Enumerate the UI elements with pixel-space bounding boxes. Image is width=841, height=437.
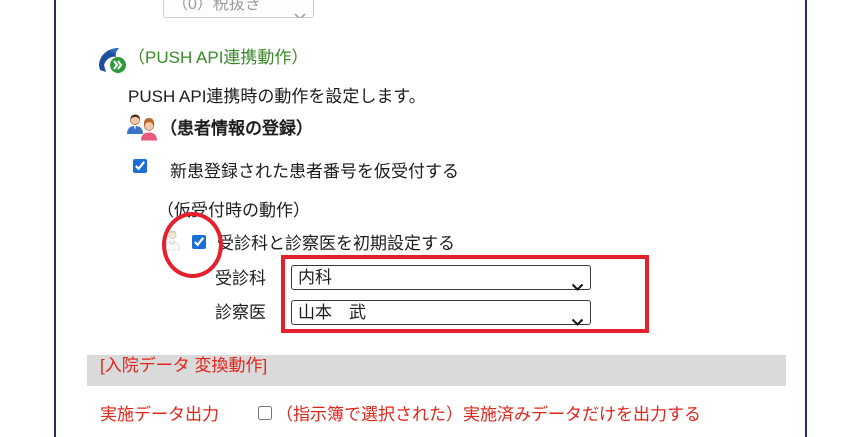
- panel-right-border: [805, 0, 807, 437]
- push-api-icon: [96, 43, 128, 75]
- annotation-circle: [162, 212, 223, 278]
- execution-output-checkbox[interactable]: [258, 406, 272, 420]
- tax-select: （0）税抜き: [163, 0, 314, 18]
- annotation-rectangle: [281, 255, 649, 333]
- chevron-down-icon: [294, 3, 306, 18]
- department-label: 受診科: [215, 269, 266, 288]
- push-api-section-title: （PUSH API連携動作）: [128, 48, 309, 67]
- patient-registration-title: （患者情報の登録）: [160, 119, 313, 138]
- panel-left-border: [54, 0, 56, 437]
- execution-output-option-label: （指示簿で選択された）実施済みデータだけを出力する: [276, 405, 701, 424]
- patients-icon: [126, 113, 159, 141]
- tax-select-value: （0）税抜き: [172, 0, 261, 13]
- provisional-reception-label: 新患登録された患者番号を仮受付する: [170, 162, 459, 181]
- inpatient-section-title: [入院データ 変換動作]: [100, 356, 268, 375]
- execution-output-label: 実施データ出力: [100, 405, 219, 424]
- initial-setting-label: 受診科と診察医を初期設定する: [217, 234, 455, 253]
- tax-select-viewport: （0）税抜き: [163, 0, 314, 18]
- push-api-description: PUSH API連携時の動作を設定します。: [128, 87, 426, 106]
- doctor-label: 診察医: [215, 303, 266, 322]
- provisional-reception-checkbox[interactable]: [133, 159, 147, 173]
